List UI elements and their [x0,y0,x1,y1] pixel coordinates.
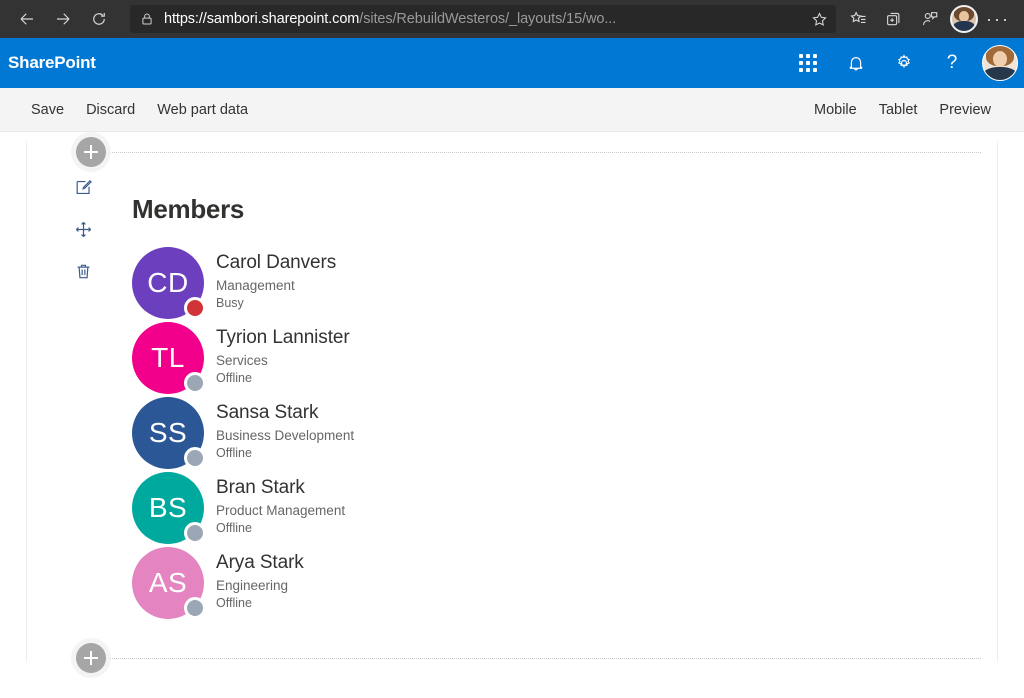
list-item[interactable]: TL Tyrion Lannister Services Offline [132,322,967,397]
notifications-icon[interactable] [832,38,880,88]
member-status: Offline [216,446,252,460]
avatar-wrapper: CD [132,247,216,319]
forward-arrow-icon[interactable] [46,3,80,35]
section-divider-bottom [91,658,981,659]
member-list: CD Carol Danvers Management Busy TL Tyri… [132,247,967,622]
status-badge [184,447,206,469]
edit-webpart-icon[interactable] [69,174,97,200]
member-role: Engineering [216,578,289,593]
page-canvas: Members CD Carol Danvers Management Busy [0,132,1024,696]
status-badge [184,597,206,619]
avatar-wrapper: SS [132,397,216,469]
status-badge [184,372,206,394]
member-role: Services [216,353,268,368]
mobile-preview-button[interactable]: Mobile [803,96,868,124]
url-path: /sites/RebuildWesteros/_layouts/15/wo... [359,11,617,27]
collections-icon[interactable] [878,3,910,35]
move-webpart-icon[interactable] [69,216,97,242]
help-icon[interactable]: ? [928,38,976,88]
tablet-preview-button[interactable]: Tablet [868,96,929,124]
discard-button[interactable]: Discard [75,96,146,124]
member-info: Arya Stark Engineering Offline [216,547,304,612]
member-info: Sansa Stark Business Development Offline [216,397,354,462]
list-item[interactable]: AS Arya Stark Engineering Offline [132,547,967,622]
list-item[interactable]: CD Carol Danvers Management Busy [132,247,967,322]
status-badge [184,522,206,544]
settings-icon[interactable] [880,38,928,88]
save-button[interactable]: Save [20,96,75,124]
address-bar[interactable]: https://sambori.sharepoint.com/sites/Reb… [130,5,836,33]
lock-icon [140,12,154,26]
list-item[interactable]: BS Bran Stark Product Management Offline [132,472,967,547]
list-item[interactable]: SS Sansa Stark Business Development Offl… [132,397,967,472]
member-name: Arya Stark [216,552,304,573]
user-avatar[interactable] [976,38,1024,88]
browser-more-menu[interactable]: ··· [982,3,1014,35]
delete-webpart-icon[interactable] [69,258,97,284]
member-role: Management [216,278,295,293]
members-webpart[interactable]: Members CD Carol Danvers Management Busy [132,194,967,622]
avatar-wrapper: BS [132,472,216,544]
add-section-icon[interactable] [76,643,106,673]
back-arrow-icon[interactable] [10,3,44,35]
suite-actions: ? [784,38,1024,88]
member-name: Carol Danvers [216,252,337,273]
member-info: Bran Stark Product Management Offline [216,472,345,537]
page-panel: Members CD Carol Danvers Management Busy [26,137,998,673]
member-status: Offline [216,521,252,535]
browser-action-icons: ··· [842,3,1014,35]
member-info: Carol Danvers Management Busy [216,247,336,312]
preview-button[interactable]: Preview [928,96,1002,124]
member-info: Tyrion Lannister Services Offline [216,322,350,387]
command-bar: Save Discard Web part data Mobile Tablet… [0,88,1024,132]
web-part-data-button[interactable]: Web part data [146,96,259,124]
star-icon[interactable] [804,4,834,34]
browser-toolbar: https://sambori.sharepoint.com/sites/Reb… [0,0,1024,38]
address-bar-text: https://sambori.sharepoint.com/sites/Reb… [164,11,616,27]
member-status: Offline [216,596,252,610]
app-launcher-icon[interactable] [784,38,832,88]
avatar-wrapper: AS [132,547,216,619]
member-name: Bran Stark [216,477,305,498]
command-bar-left: Save Discard Web part data [20,96,259,124]
member-role: Product Management [216,503,346,518]
status-badge [184,297,206,319]
sharepoint-suite-bar: SharePoint ? [0,38,1024,88]
browser-profile-avatar[interactable] [950,5,978,33]
url-host: https://sambori.sharepoint.com [164,11,360,27]
page-title: Members [132,194,245,224]
member-status: Offline [216,371,252,385]
command-bar-right: Mobile Tablet Preview [803,96,1002,124]
member-name: Tyrion Lannister [216,327,350,348]
add-section-icon[interactable] [76,137,106,167]
section-divider-top [91,152,981,153]
member-name: Sansa Stark [216,402,319,423]
member-status: Busy [216,296,244,310]
webpart-toolbar [65,174,101,284]
avatar-wrapper: TL [132,322,216,394]
share-person-icon[interactable] [914,3,946,35]
refresh-icon[interactable] [82,3,116,35]
favorites-hub-icon[interactable] [842,3,874,35]
member-role: Business Development [216,428,355,443]
sharepoint-brand[interactable]: SharePoint [8,53,96,73]
